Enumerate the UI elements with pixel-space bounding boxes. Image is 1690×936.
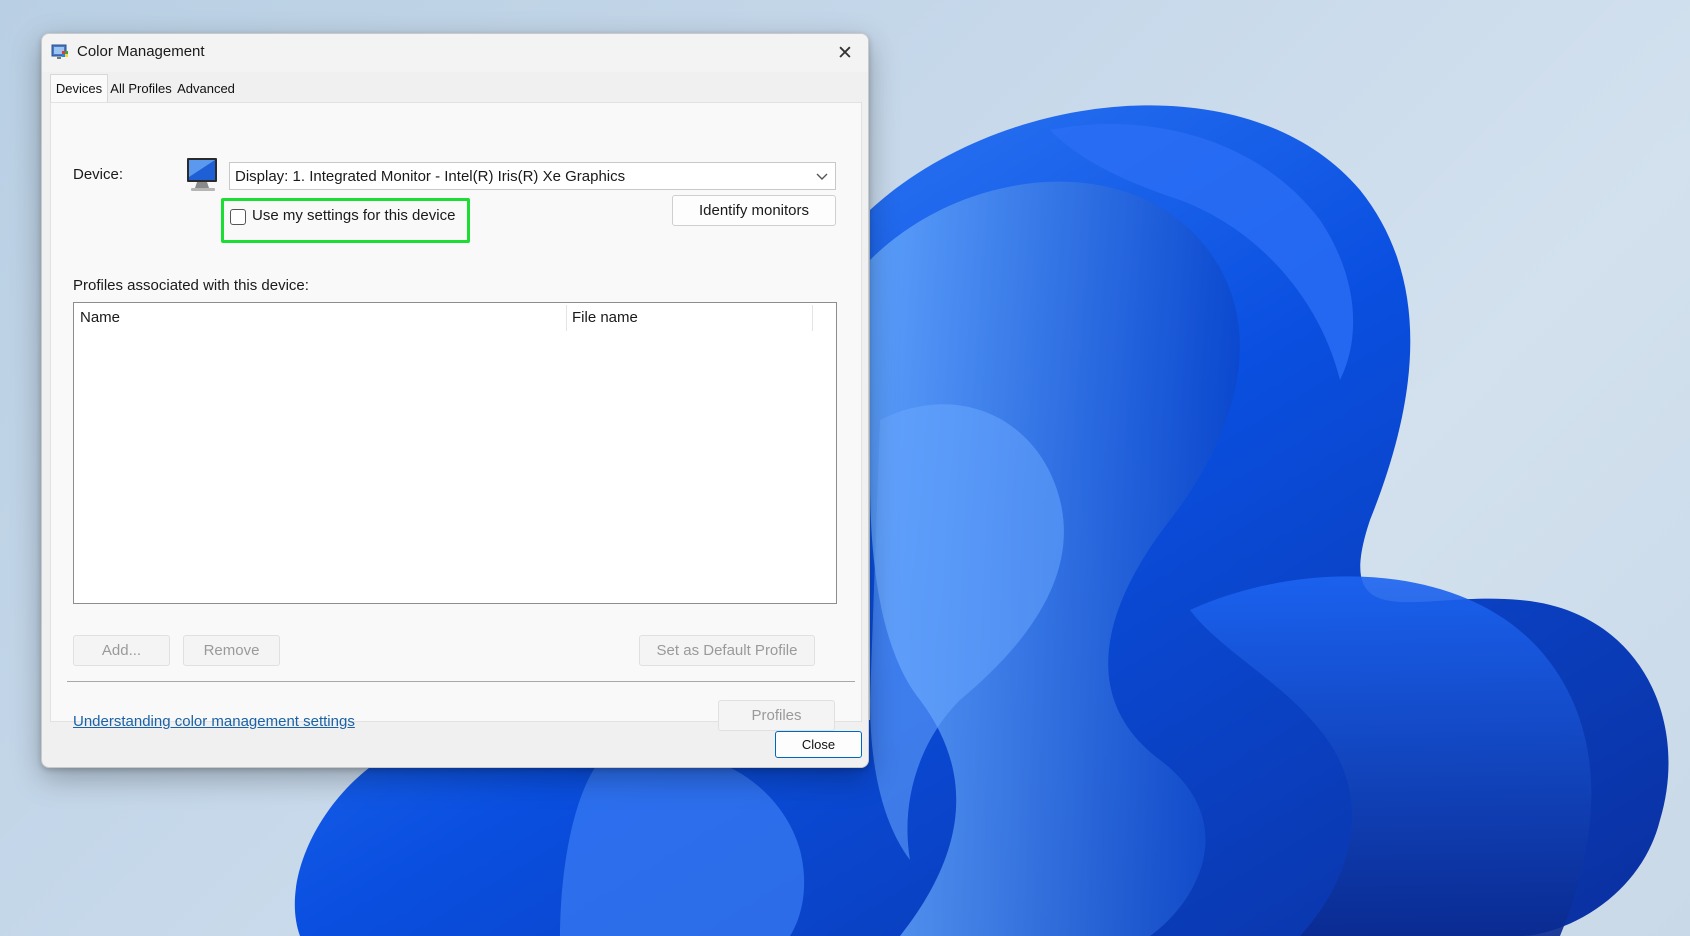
title-bar[interactable]: Color Management ✕ — [42, 34, 868, 72]
tab-devices[interactable]: Devices — [50, 74, 108, 102]
divider — [67, 681, 855, 682]
window-title: Color Management — [77, 43, 205, 60]
column-separator[interactable] — [566, 305, 567, 331]
color-management-dialog: Color Management ✕ Devices All Profiles … — [41, 33, 869, 768]
chevron-down-icon — [816, 173, 828, 180]
device-dropdown[interactable]: Display: 1. Integrated Monitor - Intel(R… — [229, 162, 836, 190]
device-label: Device: — [73, 166, 124, 183]
close-button[interactable]: Close — [775, 731, 862, 758]
close-icon: ✕ — [837, 42, 853, 64]
monitor-icon — [187, 158, 217, 191]
profiles-button[interactable]: Profiles — [718, 700, 835, 731]
devices-panel: Device: Display: 1. Integrated Monitor -… — [50, 102, 862, 731]
tab-advanced[interactable]: Advanced — [176, 76, 236, 100]
profiles-associated-label: Profiles associated with this device: — [73, 277, 309, 294]
add-button[interactable]: Add... — [73, 635, 170, 666]
title-close-button[interactable]: ✕ — [822, 34, 868, 72]
set-default-profile-button[interactable]: Set as Default Profile — [639, 635, 815, 666]
column-header-name[interactable]: Name — [80, 309, 120, 326]
column-header-file-name[interactable]: File name — [572, 309, 638, 326]
column-separator[interactable] — [812, 305, 813, 331]
profiles-list[interactable]: Name File name — [73, 302, 837, 604]
device-dropdown-value: Display: 1. Integrated Monitor - Intel(R… — [235, 167, 626, 185]
tab-all-profiles[interactable]: All Profiles — [108, 76, 174, 100]
help-link[interactable]: Understanding color management settings — [73, 713, 355, 730]
identify-monitors-button[interactable]: Identify monitors — [672, 195, 836, 226]
use-my-settings-label[interactable]: Use my settings for this device — [252, 207, 455, 224]
use-my-settings-checkbox[interactable] — [230, 209, 246, 225]
color-management-icon — [51, 44, 68, 59]
remove-button[interactable]: Remove — [183, 635, 280, 666]
